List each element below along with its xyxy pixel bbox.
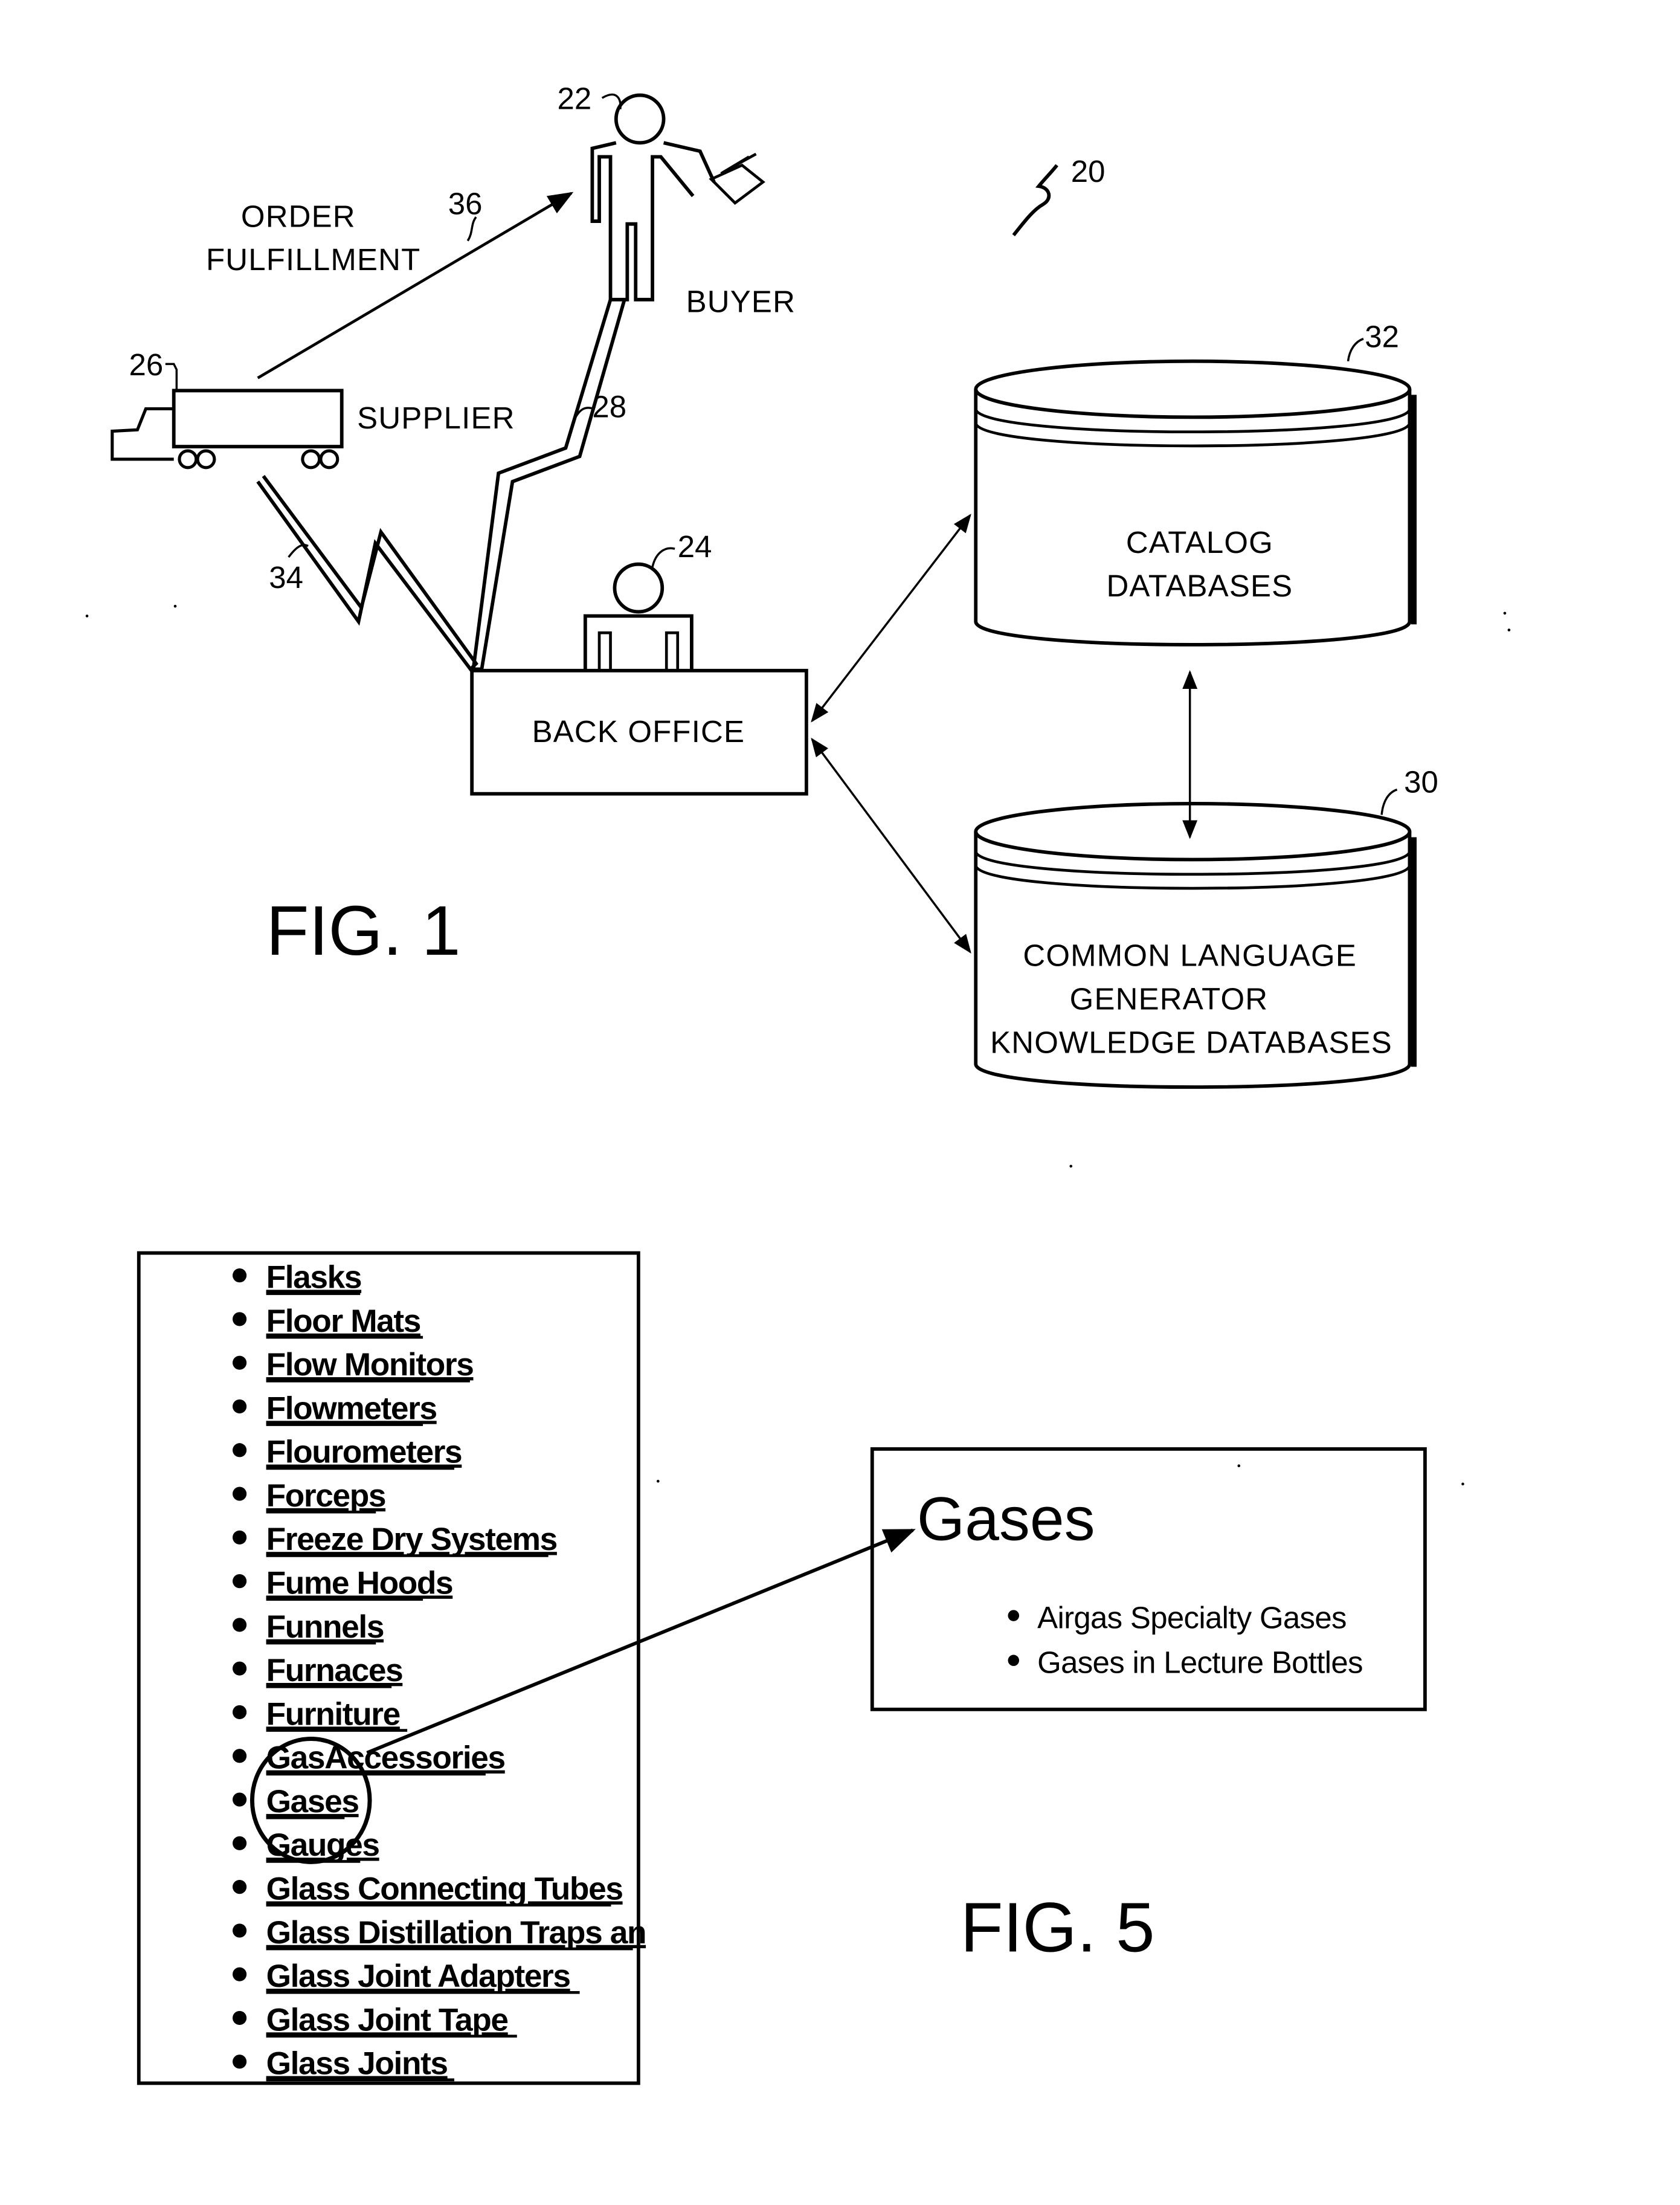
catalog-db-label-line2: DATABASES — [1107, 569, 1293, 603]
system-ref-number: 20 — [1071, 154, 1106, 189]
bullet-icon — [232, 1268, 247, 1283]
bullet-icon — [232, 1355, 247, 1370]
category-link[interactable]: Fume Hoods — [266, 1565, 454, 1601]
bullet-icon — [232, 1487, 247, 1501]
supplier-truck-icon — [111, 389, 344, 470]
patent-drawing-sheet: 20 22 BUYER 36 ORDER FULFILLMENT 26 SUPP… — [85, 82, 1511, 2085]
bullet-icon — [1008, 1610, 1020, 1621]
detail-panel-title: Gases — [917, 1485, 1095, 1554]
knowledge-db-label-line3: KNOWLEDGE DATABASES — [990, 1025, 1392, 1059]
bullet-icon — [1008, 1655, 1020, 1667]
category-link[interactable]: Flourometers — [266, 1435, 463, 1470]
bullet-icon — [232, 1880, 247, 1894]
order-fulfillment-label-line2: FULFILLMENT — [206, 242, 420, 277]
category-link[interactable]: Floor Mats — [266, 1303, 422, 1339]
catalog-db-ref-number: 32 — [1365, 320, 1399, 354]
order-fulfillment-label-line1: ORDER — [241, 199, 356, 233]
category-link[interactable]: Flowmeters — [266, 1390, 437, 1426]
bullet-icon — [232, 1749, 247, 1763]
catalog-db-label-line1: CATALOG — [1126, 525, 1273, 560]
category-link[interactable]: Flasks — [266, 1259, 362, 1295]
bullet-icon — [232, 1661, 247, 1676]
figure-5-caption: FIG. 5 — [961, 1888, 1155, 1967]
buyer-icon — [590, 93, 765, 302]
bullet-icon — [232, 2055, 247, 2069]
category-link[interactable]: Freeze Dry Systems — [266, 1522, 558, 1557]
buyer-link-ref-number: 28 — [592, 389, 626, 424]
knowledge-db-ref-number: 30 — [1404, 764, 1438, 799]
category-link[interactable]: Glass Distillation Traps an — [266, 1915, 647, 1951]
bullet-icon — [232, 1443, 247, 1458]
back-office-operator-icon — [583, 562, 694, 670]
figure-1: 20 22 BUYER 36 ORDER FULFILLMENT 26 SUPP… — [111, 82, 1438, 1089]
bullet-icon — [232, 2010, 247, 2026]
bullet-icon — [232, 1967, 247, 1981]
figure-1-caption: FIG. 1 — [266, 891, 461, 970]
category-list: Flasks Floor Mats Flow Monitors Flowmeters F… — [232, 1259, 647, 2082]
bullet-icon — [232, 1530, 247, 1545]
bullet-icon — [232, 1618, 247, 1632]
bullet-icon — [232, 1399, 247, 1414]
supplier-ref-number: 26 — [129, 347, 164, 382]
back-office-label: BACK OFFICE — [532, 714, 745, 749]
bullet-icon — [232, 1574, 247, 1589]
detail-item-lecture-bottles[interactable]: Gases in Lecture Bottles — [1037, 1645, 1363, 1680]
bullet-icon — [232, 1923, 247, 1938]
backoffice-knowledge-connector — [811, 737, 971, 954]
category-link[interactable]: Glass Joints — [266, 2046, 448, 2082]
bullet-icon — [232, 1792, 247, 1807]
category-link[interactable]: Forceps — [266, 1478, 387, 1514]
bullet-icon — [232, 1312, 247, 1326]
supplier-label: SUPPLIER — [357, 401, 515, 435]
buyer-label: BUYER — [686, 285, 796, 319]
order-fulfillment-ref-number: 36 — [448, 186, 483, 221]
detail-item-airgas[interactable]: Airgas Specialty Gases — [1037, 1600, 1347, 1635]
buyer-ref-number: 22 — [558, 82, 592, 116]
knowledge-db-label-line2: GENERATOR — [1070, 981, 1269, 1016]
system-reference: 20 — [1012, 154, 1106, 237]
knowledge-db-label-line1: COMMON LANGUAGE — [1023, 938, 1357, 973]
back-office-ref-number: 24 — [678, 529, 712, 564]
communication-link-buyer-backoffice — [471, 299, 626, 671]
figure-5: Flasks Floor Mats Flow Monitors Flowmeters F… — [137, 1251, 1427, 2085]
category-link[interactable]: Glass Connecting Tubes — [266, 1871, 623, 1906]
supplier-link-ref-number: 34 — [269, 560, 303, 595]
category-link[interactable]: Gases — [266, 1784, 359, 1819]
category-link[interactable]: Funnels — [266, 1609, 385, 1645]
category-link[interactable]: Glass Joint Tape — [266, 2002, 509, 2038]
category-link[interactable]: Glass Joint Adapters — [266, 1958, 571, 1994]
bullet-icon — [232, 1705, 247, 1720]
category-link[interactable]: Flow Monitors — [266, 1347, 474, 1383]
category-link[interactable]: Furniture — [266, 1696, 401, 1732]
category-link[interactable]: Furnaces — [266, 1653, 404, 1688]
bullet-icon — [232, 1836, 247, 1850]
backoffice-catalog-connector — [811, 514, 971, 723]
